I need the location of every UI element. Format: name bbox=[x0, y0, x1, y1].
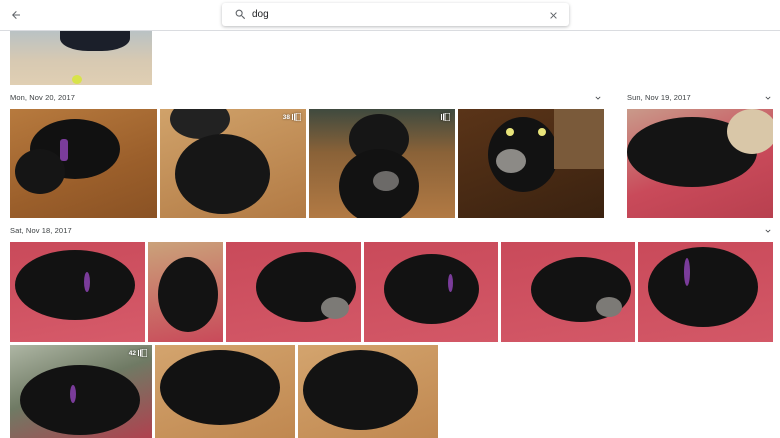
close-icon bbox=[549, 11, 557, 19]
photo-5[interactable] bbox=[627, 109, 773, 218]
chevron-down-icon bbox=[765, 96, 771, 100]
section-date: Mon, Nov 20, 2017 bbox=[10, 93, 76, 102]
motion-photo-icon bbox=[292, 113, 301, 121]
motion-badge: 38 bbox=[283, 113, 301, 121]
section-date: Sun, Nov 19, 2017 bbox=[627, 93, 691, 102]
photo-11[interactable]: 42 bbox=[10, 345, 152, 438]
photo-4[interactable] bbox=[458, 109, 604, 218]
chevron-down-icon bbox=[595, 96, 601, 100]
photo-9[interactable] bbox=[364, 242, 498, 342]
photo-8[interactable] bbox=[226, 242, 361, 342]
motion-count: 38 bbox=[282, 113, 290, 121]
photo-6[interactable] bbox=[10, 242, 145, 342]
motion-count: 42 bbox=[128, 349, 136, 357]
photo-12[interactable] bbox=[155, 345, 295, 438]
chevron-down-icon bbox=[765, 229, 771, 233]
photo-13[interactable] bbox=[298, 345, 438, 438]
photo-3[interactable] bbox=[309, 109, 455, 218]
section-expand-button[interactable] bbox=[762, 225, 774, 237]
arrow-back-icon bbox=[12, 11, 20, 19]
motion-badge bbox=[439, 113, 450, 121]
search-input[interactable] bbox=[252, 4, 532, 25]
photo-11-wide[interactable] bbox=[638, 242, 773, 342]
photo-1[interactable] bbox=[10, 109, 157, 218]
clear-search-button[interactable] bbox=[543, 5, 563, 25]
section-date: Sat, Nov 18, 2017 bbox=[10, 226, 72, 235]
motion-badge: 42 bbox=[129, 349, 147, 357]
search-box[interactable] bbox=[222, 3, 569, 26]
motion-photo-icon bbox=[138, 349, 147, 357]
motion-photo-icon bbox=[441, 113, 450, 121]
back-button[interactable] bbox=[6, 5, 26, 25]
search-icon bbox=[228, 3, 252, 26]
photo-7[interactable] bbox=[148, 242, 223, 342]
photo-top[interactable] bbox=[10, 31, 152, 85]
top-bar bbox=[0, 0, 780, 31]
photo-2[interactable]: 38 bbox=[160, 109, 306, 218]
photo-10[interactable] bbox=[501, 242, 635, 342]
section-expand-button[interactable] bbox=[762, 92, 774, 104]
section-expand-button[interactable] bbox=[592, 92, 604, 104]
